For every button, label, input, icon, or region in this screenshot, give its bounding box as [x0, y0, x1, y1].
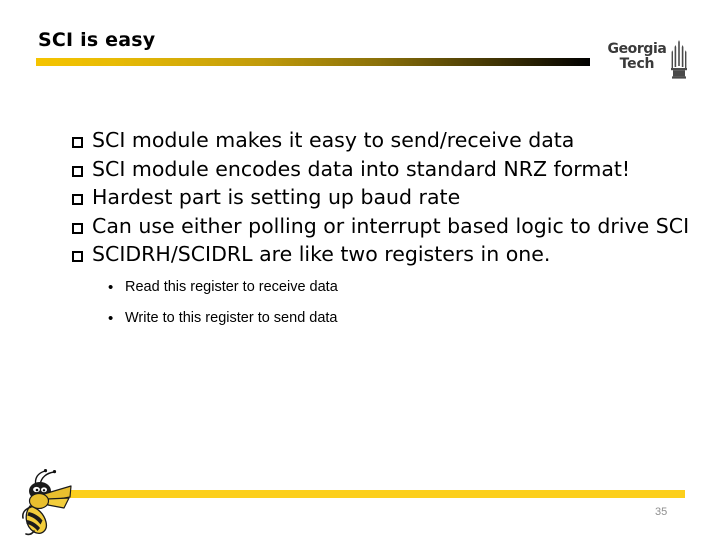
title-divider-gradient-bar: [36, 58, 590, 66]
gt-logo-wordmark: Georgia Tech: [607, 42, 667, 71]
round-bullet-icon: •: [108, 309, 114, 327]
list-item: SCI module makes it easy to send/receive…: [70, 126, 700, 155]
round-bullet-icon: •: [108, 278, 114, 296]
list-item: Can use either polling or interrupt base…: [70, 212, 700, 241]
hollow-square-bullet-icon: [72, 212, 88, 241]
gt-logo-line2: Tech: [619, 56, 655, 72]
sub-list: • Read this register to receive data • W…: [70, 272, 700, 334]
list-item-text: Hardest part is setting up baud rate: [92, 185, 461, 209]
list-item-text: SCI module encodes data into standard NR…: [92, 156, 631, 181]
hollow-square-bullet-icon: [72, 126, 88, 155]
sub-list-item: • Write to this register to send data: [70, 303, 700, 334]
list-item-text: SCI module makes it easy to send/receive…: [92, 128, 575, 152]
list-item: SCI module encodes data into standard NR…: [70, 155, 700, 184]
georgia-tech-logo: Georgia Tech: [607, 40, 691, 79]
list-item: SCIDRH/SCIDRL are like two registers in …: [70, 240, 700, 269]
hollow-square-bullet-icon: [72, 155, 88, 184]
list-item-text: Can use either polling or interrupt base…: [92, 213, 690, 238]
list-item: Hardest part is setting up baud rate: [70, 183, 700, 212]
buzz-yellowjacket-mascot: [14, 468, 76, 536]
sub-list-item-text: Read this register to receive data: [125, 278, 338, 295]
slide-body: SCI module makes it easy to send/receive…: [70, 126, 700, 334]
tech-tower-icon: [669, 40, 689, 84]
page-number: 35: [655, 506, 668, 518]
hollow-square-bullet-icon: [72, 183, 88, 212]
page-title: SCI is easy: [38, 29, 156, 51]
gt-logo-line1: Georgia: [607, 41, 667, 57]
sub-list-item-text: Write to this register to send data: [125, 309, 338, 326]
hollow-square-bullet-icon: [72, 240, 88, 269]
footer-gold-bar: [70, 490, 685, 498]
sub-list-item: • Read this register to receive data: [70, 272, 700, 303]
list-item-text: SCIDRH/SCIDRL are like two registers in …: [92, 242, 551, 266]
